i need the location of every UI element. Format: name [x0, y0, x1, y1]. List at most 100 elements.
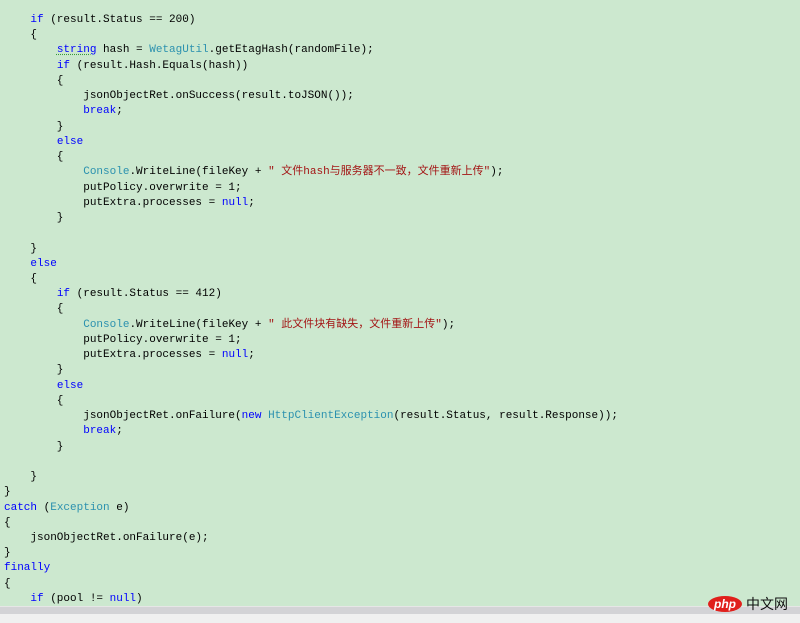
code-line: }	[4, 485, 618, 500]
php-cn-watermark-logo: php 中文网	[708, 594, 788, 614]
code-line: }	[4, 440, 618, 455]
keyword-token: if	[56, 59, 71, 72]
keyword-token: if	[56, 288, 71, 301]
keyword-token: else	[56, 379, 84, 392]
code-text: }	[4, 120, 64, 133]
code-line: {	[4, 28, 618, 43]
code-line: }	[4, 242, 618, 257]
code-line: else	[4, 379, 618, 394]
code-text: {	[4, 74, 64, 87]
code-text: {	[4, 516, 11, 529]
code-line: jsonObjectRet.onFailure(e);	[4, 531, 618, 546]
type-token: HttpClientException	[268, 410, 394, 423]
keyword-token: else	[56, 135, 84, 148]
keyword-token: if	[30, 592, 44, 605]
code-line: }	[4, 363, 618, 378]
code-text: }	[4, 471, 38, 484]
code-text: }	[4, 242, 38, 255]
code-line: finally	[4, 561, 618, 576]
code-text: putPolicy.overwrite = 1;	[4, 181, 242, 194]
code-line: }	[4, 211, 618, 226]
code-line: }	[4, 120, 618, 135]
php-badge: php	[708, 596, 742, 612]
code-text: ;	[248, 196, 255, 209]
code-line: putExtra.processes = null;	[4, 196, 618, 211]
code-text: }	[4, 212, 64, 225]
keyword-token: else	[30, 257, 57, 270]
code-text: }	[4, 440, 64, 453]
code-text: {	[4, 303, 64, 316]
watermark-text: 中文网	[746, 597, 788, 613]
code-line: Console.WriteLine(fileKey + " 此文件块有缺失，文件…	[4, 318, 618, 333]
code-line: putPolicy.overwrite = 1;	[4, 181, 618, 196]
code-line: break;	[4, 424, 618, 439]
code-text: {	[4, 151, 64, 164]
code-text: {	[4, 394, 64, 407]
code-text: putExtra.processes =	[4, 196, 222, 209]
type-token: Console	[83, 166, 130, 179]
code-text: (	[37, 501, 51, 514]
keyword-token: null	[221, 196, 249, 209]
status-strip	[0, 614, 800, 623]
keyword-token: finally	[4, 562, 51, 575]
string-token: " 此文件块有缺失，文件重新上传"	[268, 318, 442, 331]
keyword-token: string	[56, 44, 97, 57]
code-line: {	[4, 150, 618, 165]
code-text: jsonObjectRet.onSuccess(result.toJSON())…	[4, 90, 354, 103]
code-line: jsonObjectRet.onSuccess(result.toJSON())…	[4, 89, 618, 104]
code-text: ;	[116, 105, 123, 118]
code-line: {	[4, 394, 618, 409]
code-editor[interactable]: if (result.Status == 200) { string hash …	[4, 13, 618, 607]
code-text: jsonObjectRet.onFailure(	[4, 410, 242, 423]
code-line: }	[4, 470, 618, 485]
code-text: ;	[116, 425, 123, 438]
string-token: " 文件hash与服务器不一致，文件重新上传"	[268, 166, 491, 179]
code-line: Console.WriteLine(fileKey + " 文件hash与服务器…	[4, 165, 618, 180]
code-line: else	[4, 257, 618, 272]
type-token: Exception	[50, 501, 110, 514]
code-line: break;	[4, 104, 618, 119]
code-line: catch (Exception e)	[4, 501, 618, 516]
code-line: if (result.Status == 200)	[4, 13, 618, 28]
code-line: else	[4, 135, 618, 150]
type-token: WetagUtil	[149, 44, 209, 57]
code-text: .WriteLine(fileKey +	[129, 318, 269, 331]
code-line: jsonObjectRet.onFailure(new HttpClientEx…	[4, 409, 618, 424]
keyword-token: null	[221, 349, 249, 362]
keyword-token: if	[30, 14, 44, 26]
code-line: putExtra.processes = null;	[4, 348, 618, 363]
code-text: hash =	[96, 44, 150, 57]
code-text: .WriteLine(fileKey +	[129, 166, 269, 179]
code-text: (result.Status, result.Response));	[393, 410, 618, 423]
keyword-token: new	[241, 410, 262, 423]
code-line: string hash = WetagUtil.getEtagHash(rand…	[4, 43, 618, 58]
code-line: {	[4, 516, 618, 531]
code-text: putPolicy.overwrite = 1;	[4, 333, 242, 346]
keyword-token: break	[83, 425, 117, 438]
code-text: );	[441, 318, 456, 331]
code-line: {	[4, 74, 618, 89]
keyword-token: catch	[4, 501, 38, 514]
code-text: (pool !=	[43, 592, 110, 605]
code-text: {	[4, 29, 38, 42]
code-text: {	[4, 272, 38, 285]
type-token: Console	[83, 318, 130, 331]
code-line: {	[4, 272, 618, 287]
code-text: }	[4, 364, 64, 377]
code-text: {	[4, 577, 11, 590]
code-text: (result.Status == 200)	[43, 14, 196, 26]
